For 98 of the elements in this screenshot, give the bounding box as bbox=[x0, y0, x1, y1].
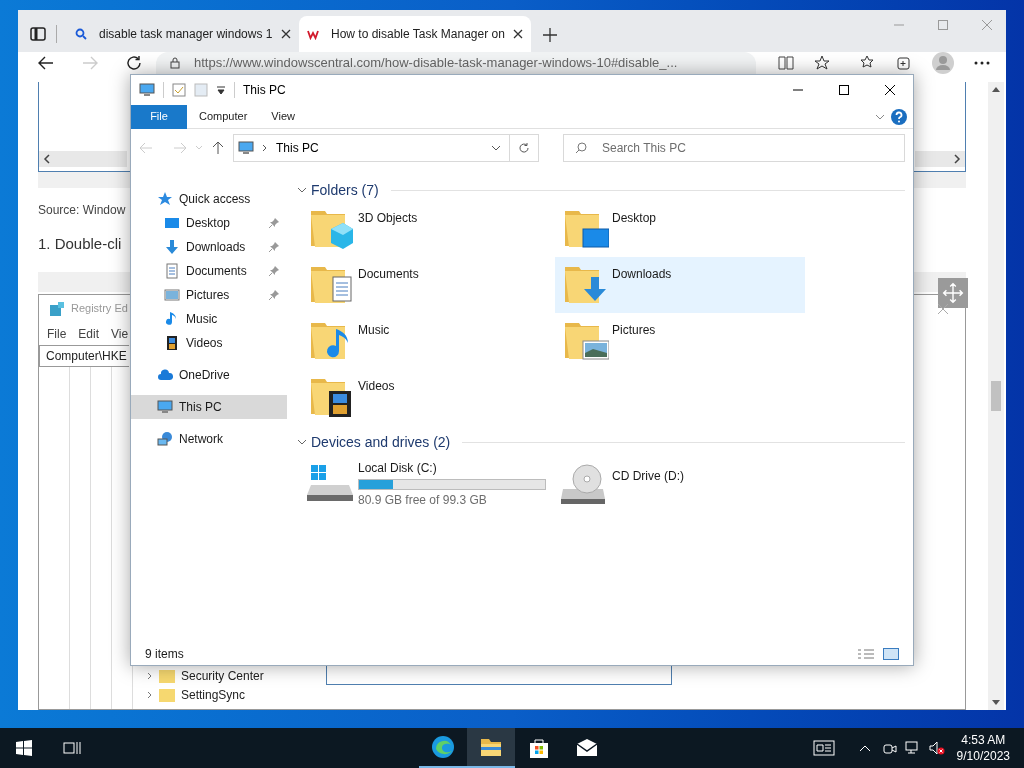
reader-view-icon[interactable] bbox=[778, 56, 794, 70]
scroll-left-icon[interactable] bbox=[43, 154, 51, 164]
scrollbar[interactable] bbox=[39, 151, 127, 167]
tab-actions-icon[interactable] bbox=[30, 26, 46, 42]
close-icon bbox=[885, 85, 895, 95]
network-icon bbox=[157, 431, 173, 447]
download-arrow-icon bbox=[164, 239, 180, 255]
group-header[interactable]: Devices and drives (2) bbox=[311, 431, 451, 453]
tree-item[interactable]: SettingSync bbox=[147, 686, 264, 703]
folder-tile[interactable]: Music bbox=[301, 313, 551, 369]
expand-icon bbox=[147, 690, 153, 699]
computer-icon bbox=[238, 140, 254, 156]
chevron-icon[interactable] bbox=[297, 185, 307, 195]
scroll-thumb[interactable] bbox=[991, 381, 1001, 411]
step-text: 1. Double-cli bbox=[38, 234, 122, 254]
document-icon bbox=[164, 263, 180, 279]
site-logo-icon bbox=[307, 28, 319, 40]
nav-item[interactable]: This PC bbox=[131, 395, 287, 419]
menu-item[interactable]: Edit bbox=[78, 324, 100, 343]
more-menu-icon[interactable] bbox=[974, 61, 990, 65]
search-field[interactable]: Search This PC bbox=[563, 134, 905, 162]
nav-item[interactable]: Quick access bbox=[131, 187, 287, 211]
nav-item[interactable]: Music bbox=[131, 307, 287, 331]
registry-icon bbox=[49, 300, 65, 317]
scrollbar[interactable] bbox=[915, 151, 965, 167]
folder-tile[interactable]: Downloads bbox=[555, 257, 805, 313]
menu-item[interactable]: File bbox=[47, 324, 67, 343]
move-handle-icon[interactable] bbox=[938, 278, 968, 308]
film-icon bbox=[164, 335, 180, 351]
image-caption: Source: Window bbox=[38, 202, 126, 219]
task-view-icon bbox=[63, 740, 81, 756]
window-title: This PC bbox=[243, 82, 286, 99]
maximize-icon bbox=[839, 85, 849, 95]
chevron-up-icon[interactable] bbox=[858, 744, 871, 752]
favorites-icon[interactable] bbox=[860, 55, 876, 71]
up-icon[interactable] bbox=[211, 141, 225, 155]
refresh-icon[interactable] bbox=[126, 55, 142, 71]
nav-item[interactable]: Downloads bbox=[131, 235, 287, 259]
close-icon[interactable] bbox=[513, 29, 523, 39]
meet-icon[interactable] bbox=[882, 741, 897, 755]
address-bar[interactable]: https://www.windowscentral.com/how-disable-task-manager-windows-10#disable_... bbox=[156, 52, 756, 74]
folder-icon bbox=[159, 687, 175, 702]
nav-item[interactable]: Documents bbox=[131, 259, 287, 283]
clock[interactable]: 4:53 AM 9/10/2023 bbox=[956, 732, 1010, 764]
path-field[interactable]: Computer\HKE bbox=[39, 344, 129, 367]
folder-tile[interactable]: 3D Objects bbox=[301, 201, 551, 257]
tree-item[interactable]: Security Center bbox=[147, 667, 264, 684]
new-tab-icon[interactable] bbox=[543, 28, 557, 42]
picture-icon bbox=[164, 287, 180, 303]
taskbar-app-button[interactable] bbox=[467, 728, 515, 768]
dropdown-icon[interactable] bbox=[216, 85, 226, 95]
menu-item[interactable]: Vie bbox=[111, 324, 129, 343]
close-icon[interactable] bbox=[281, 29, 291, 39]
scroll-right-icon[interactable] bbox=[953, 154, 961, 164]
network-icon[interactable] bbox=[904, 741, 921, 755]
back-icon[interactable] bbox=[38, 56, 54, 70]
nav-item[interactable]: Videos bbox=[131, 331, 287, 355]
browser-tab[interactable]: disable task manager windows 1 bbox=[67, 16, 299, 52]
expand-icon bbox=[147, 671, 153, 680]
ribbon-tab[interactable]: Computer bbox=[187, 104, 260, 129]
dropdown-icon[interactable] bbox=[491, 143, 501, 153]
nav-item[interactable]: OneDrive bbox=[131, 363, 287, 387]
search-icon bbox=[75, 28, 87, 40]
folder-tile[interactable]: Desktop bbox=[555, 201, 805, 257]
folder-tile[interactable]: Videos bbox=[301, 369, 551, 425]
ribbon-tab[interactable]: View bbox=[259, 104, 307, 129]
profile-avatar-icon[interactable] bbox=[932, 52, 954, 74]
help-icon[interactable] bbox=[891, 108, 907, 125]
chevron-icon[interactable] bbox=[297, 437, 307, 447]
computer-icon bbox=[157, 399, 173, 415]
collections-icon[interactable] bbox=[896, 55, 912, 71]
scroll-down-icon[interactable] bbox=[992, 700, 1000, 706]
computer-icon bbox=[139, 82, 155, 98]
browser-tab[interactable]: How to disable Task Manager on bbox=[299, 16, 531, 52]
drive-tile[interactable]: Local Disk (C:) 80.9 GB free of 99.3 GB bbox=[301, 457, 555, 509]
shopping-bag-icon bbox=[527, 736, 551, 760]
nav-item[interactable]: Network bbox=[131, 427, 287, 451]
favorite-star-icon[interactable] bbox=[814, 55, 830, 71]
news-icon[interactable] bbox=[812, 740, 835, 756]
browser-icon bbox=[431, 735, 455, 759]
group-header[interactable]: Folders (7) bbox=[311, 179, 379, 201]
breadcrumb-separator-icon bbox=[262, 144, 268, 152]
volume-muted-icon[interactable] bbox=[928, 741, 945, 755]
desktop-icon bbox=[164, 215, 180, 231]
search-icon bbox=[575, 142, 587, 154]
nav-item[interactable]: Desktop bbox=[131, 211, 287, 235]
star-icon bbox=[157, 191, 173, 207]
folder-icon bbox=[159, 668, 175, 683]
cloud-icon bbox=[157, 367, 173, 383]
address-bar[interactable]: This PC bbox=[233, 134, 539, 162]
drive-tile[interactable]: CD Drive (D:) bbox=[555, 457, 809, 509]
scroll-up-icon[interactable] bbox=[992, 86, 1000, 92]
large-icons-view-icon[interactable] bbox=[883, 648, 899, 660]
windows-logo-icon bbox=[16, 740, 32, 756]
folder-tile[interactable]: Pictures bbox=[555, 313, 805, 369]
lock-icon bbox=[170, 57, 180, 69]
page-scrollbar[interactable] bbox=[988, 82, 1004, 710]
status-text: 9 items bbox=[145, 646, 185, 663]
